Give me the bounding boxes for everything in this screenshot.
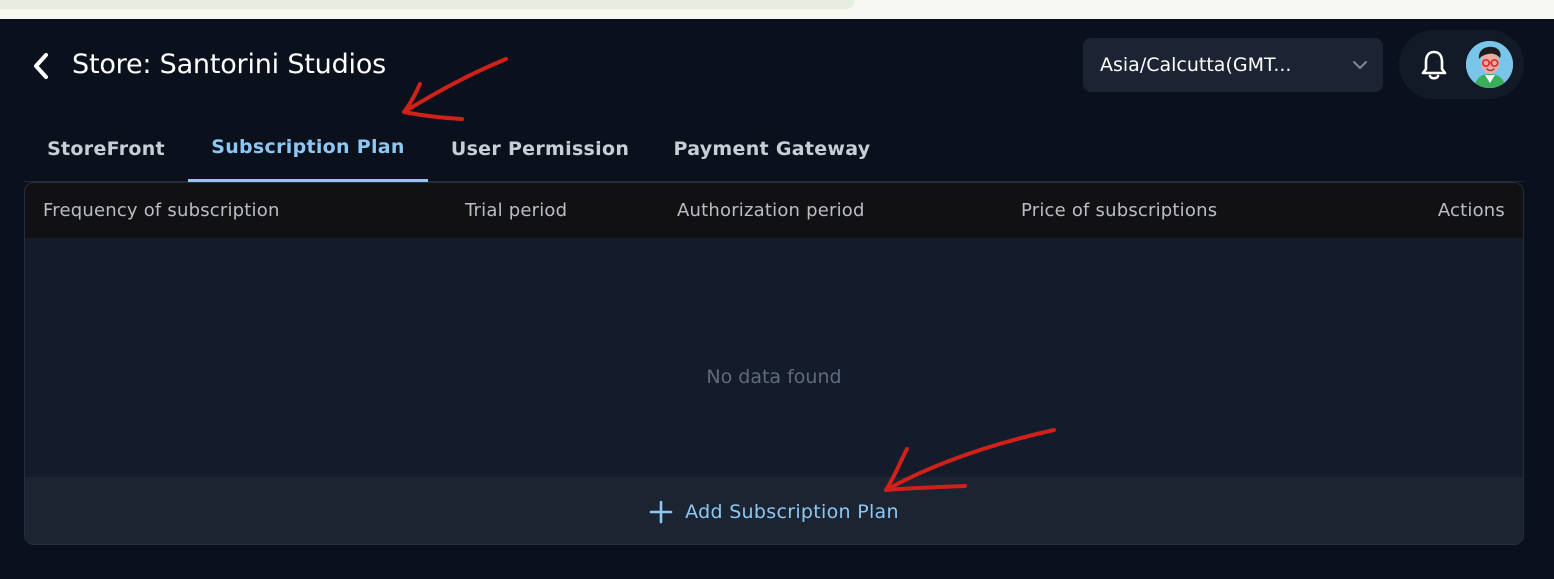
browser-chrome-strip [0, 0, 1554, 19]
user-controls [1399, 30, 1524, 99]
table-header: Frequency of subscription Trial period A… [25, 183, 1523, 238]
subscription-table: Frequency of subscription Trial period A… [24, 182, 1524, 545]
empty-state-message: No data found [706, 366, 842, 388]
chevron-left-icon [34, 53, 48, 79]
browser-tab-edge [0, 0, 855, 9]
tab-user-permission[interactable]: User Permission [428, 115, 652, 182]
tab-payment-gateway[interactable]: Payment Gateway [652, 115, 892, 182]
tab-storefront[interactable]: StoreFront [24, 115, 188, 182]
chevron-down-icon [1353, 61, 1367, 69]
user-avatar-icon [1466, 41, 1513, 88]
app-container: Store: Santorini Studios Asia/Calcutta(G… [0, 19, 1554, 579]
timezone-select[interactable]: Asia/Calcutta(GMT... [1083, 38, 1383, 92]
column-header-frequency: Frequency of subscription [43, 200, 280, 221]
add-subscription-plan-label: Add Subscription Plan [685, 500, 899, 523]
column-header-trial-period: Trial period [465, 200, 568, 221]
back-button[interactable] [26, 51, 56, 81]
table-body: No data found [25, 238, 1523, 477]
avatar[interactable] [1466, 41, 1513, 88]
tab-subscription-plan[interactable]: Subscription Plan [188, 115, 428, 182]
page-title: Store: Santorini Studios [72, 49, 387, 80]
table-footer: Add Subscription Plan [25, 477, 1523, 544]
timezone-value: Asia/Calcutta(GMT... [1100, 54, 1292, 76]
bell-icon[interactable] [1419, 49, 1449, 81]
column-header-authorization-period: Authorization period [677, 200, 865, 221]
add-subscription-plan-button[interactable]: Add Subscription Plan [649, 500, 899, 524]
tab-bar: StoreFront Subscription Plan User Permis… [24, 115, 1524, 182]
plus-icon [649, 500, 673, 523]
column-header-price: Price of subscriptions [1021, 200, 1218, 221]
column-header-actions: Actions [1437, 200, 1505, 221]
